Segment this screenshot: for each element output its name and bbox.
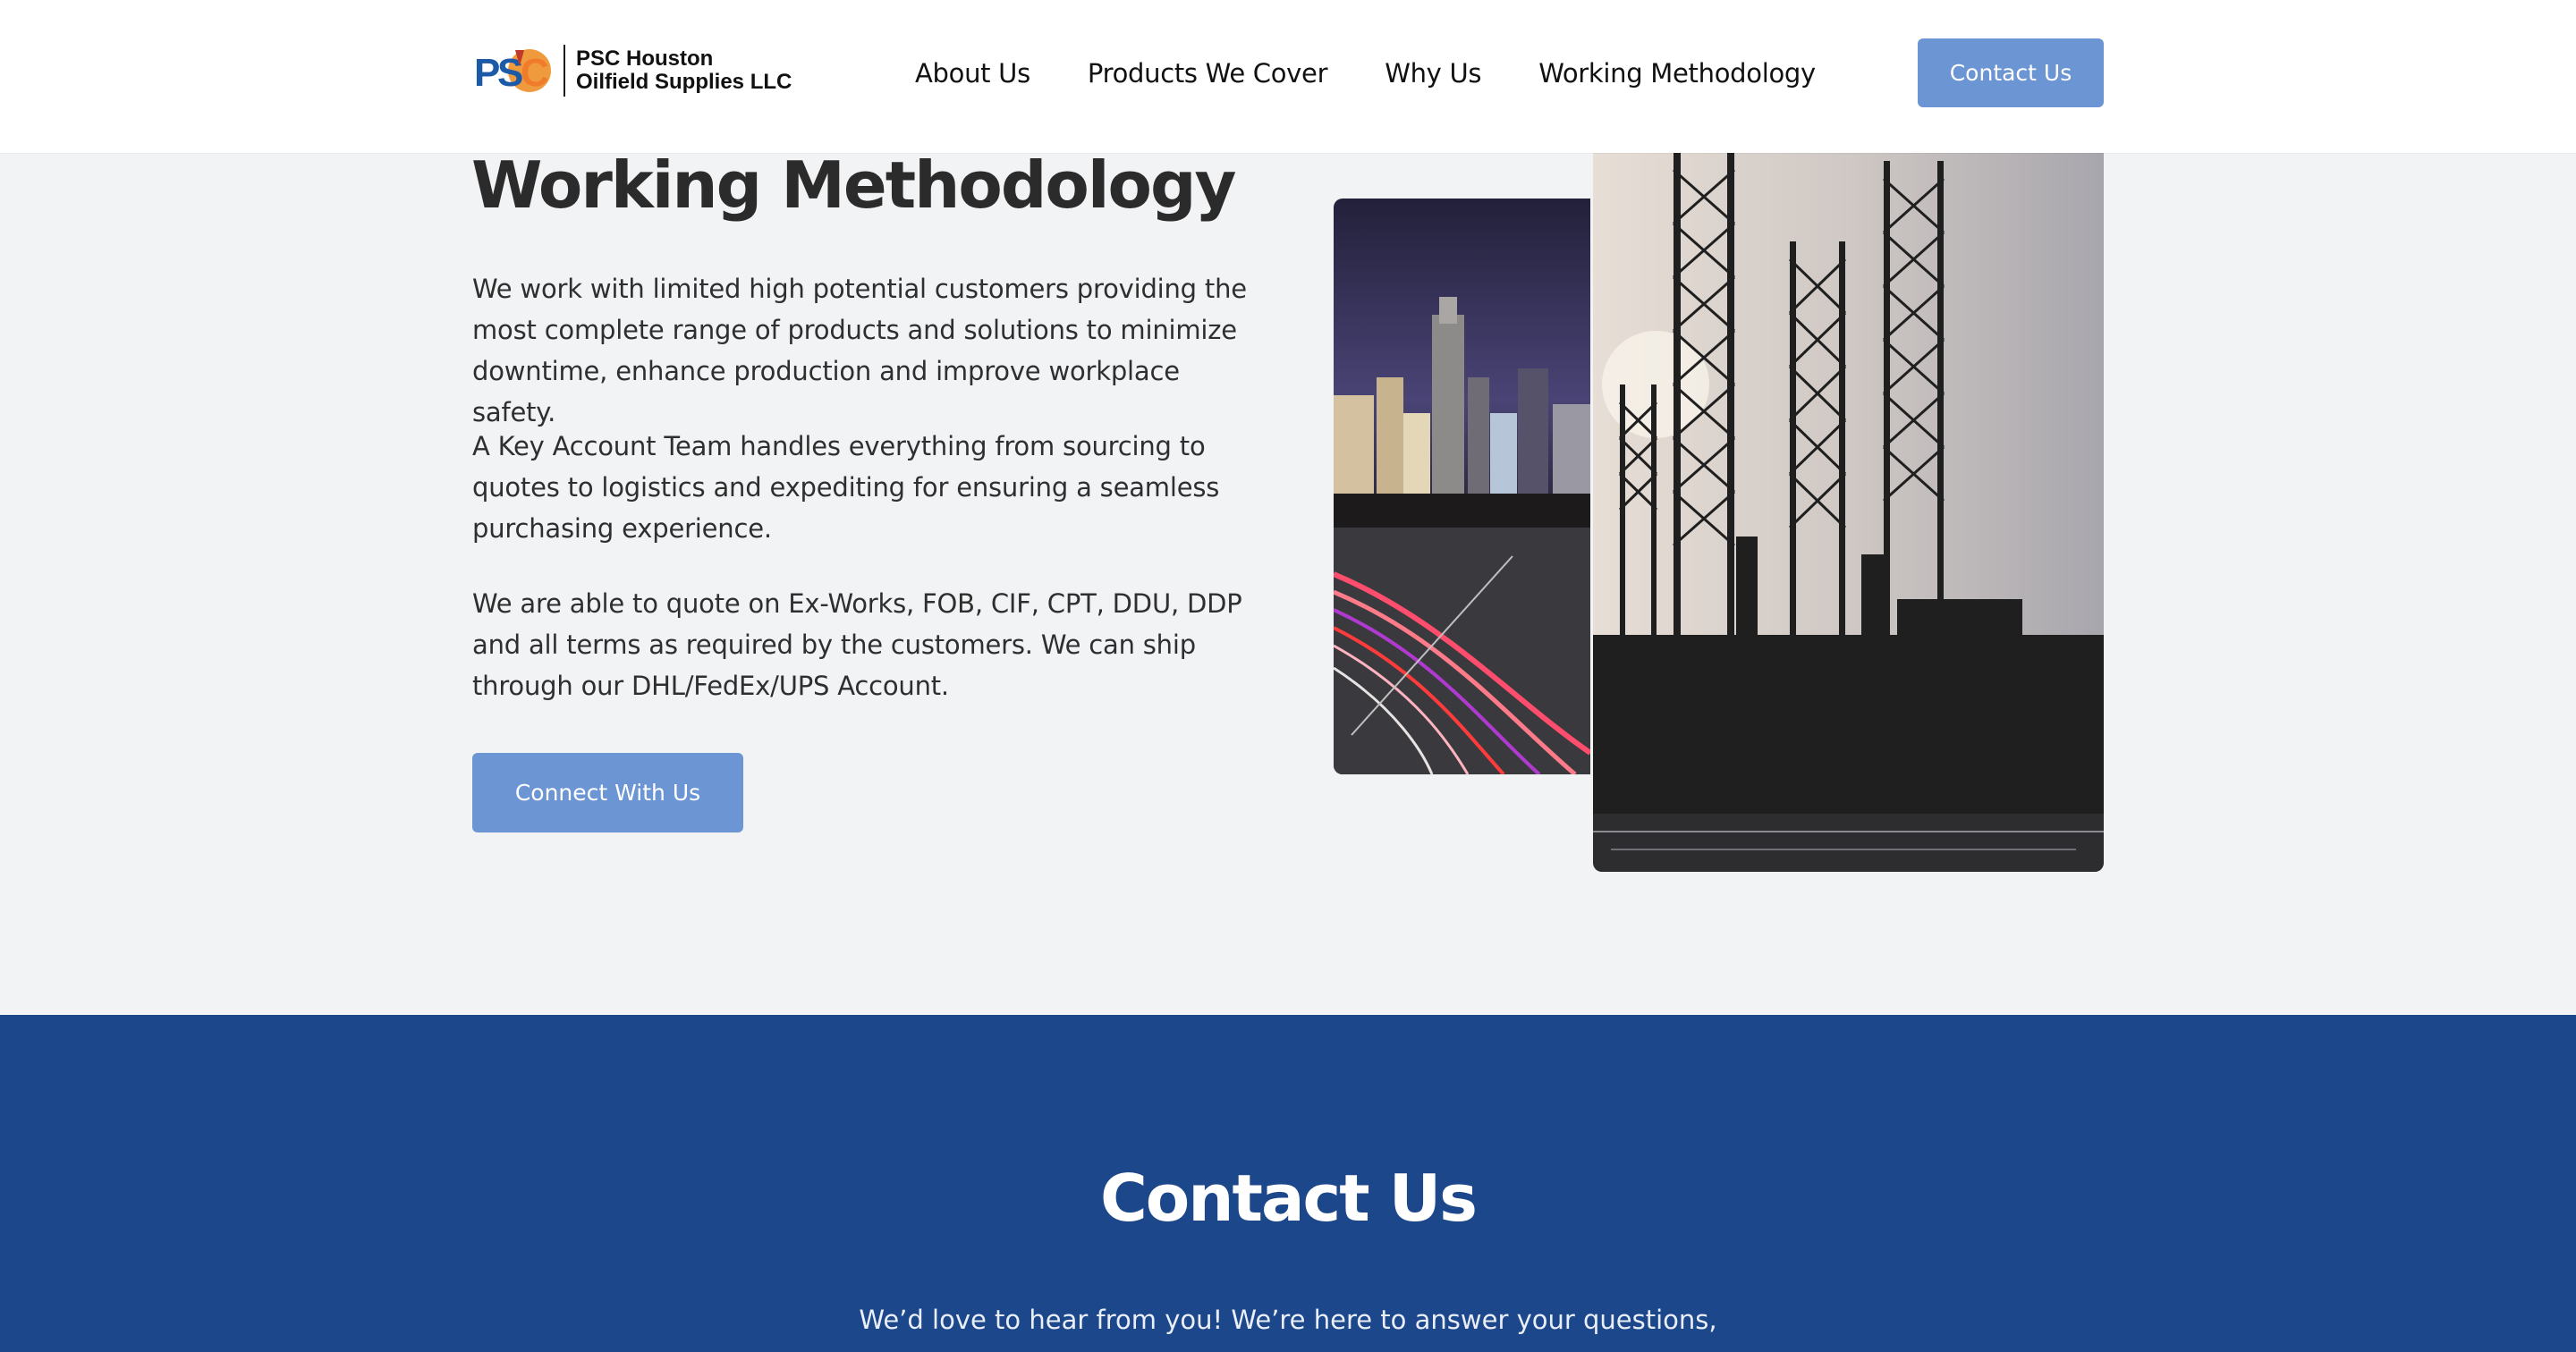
contact-subtitle: We’d love to hear from you! We’re here t… [859, 1305, 1717, 1335]
methodology-paragraph-2: A Key Account Team handles everything fr… [472, 431, 1220, 544]
city-skyline-image [1334, 199, 1590, 774]
brand-name: PSC Houston Oilfield Supplies LLC [576, 47, 792, 94]
brand-line-2: Oilfield Supplies LLC [576, 70, 792, 94]
oil-rig-image [1593, 134, 2104, 872]
logo-link[interactable]: P S C PSC Houston Oilfield Supplies LLC [472, 41, 792, 100]
main-nav: About Us Products We Cover Why Us Workin… [915, 52, 1816, 95]
contact-us-button[interactable]: Contact Us [1918, 38, 2104, 107]
site-header: P S C PSC Houston Oilfield Supplies LLC … [0, 0, 2576, 153]
nav-working-methodology[interactable]: Working Methodology [1538, 52, 1816, 95]
section-title: Working Methodology [471, 148, 1236, 223]
nav-about-us[interactable]: About Us [915, 52, 1030, 95]
svg-text:C: C [521, 51, 549, 95]
nav-why-us[interactable]: Why Us [1385, 52, 1481, 95]
methodology-paragraph-1: We work with limited high potential cust… [472, 274, 1247, 427]
brand-line-1: PSC Houston [576, 46, 714, 71]
contact-section: Contact Us We’d love to hear from you! W… [0, 1015, 2576, 1352]
svg-text:P: P [474, 51, 500, 95]
connect-with-us-button[interactable]: Connect With Us [472, 753, 743, 832]
contact-title: Contact Us [1099, 1161, 1478, 1236]
nav-products-we-cover[interactable]: Products We Cover [1088, 52, 1328, 95]
psc-logo-icon: P S C [474, 49, 551, 95]
logo-divider [564, 45, 565, 97]
methodology-paragraph-3: We are able to quote on Ex-Works, FOB, C… [472, 588, 1242, 701]
